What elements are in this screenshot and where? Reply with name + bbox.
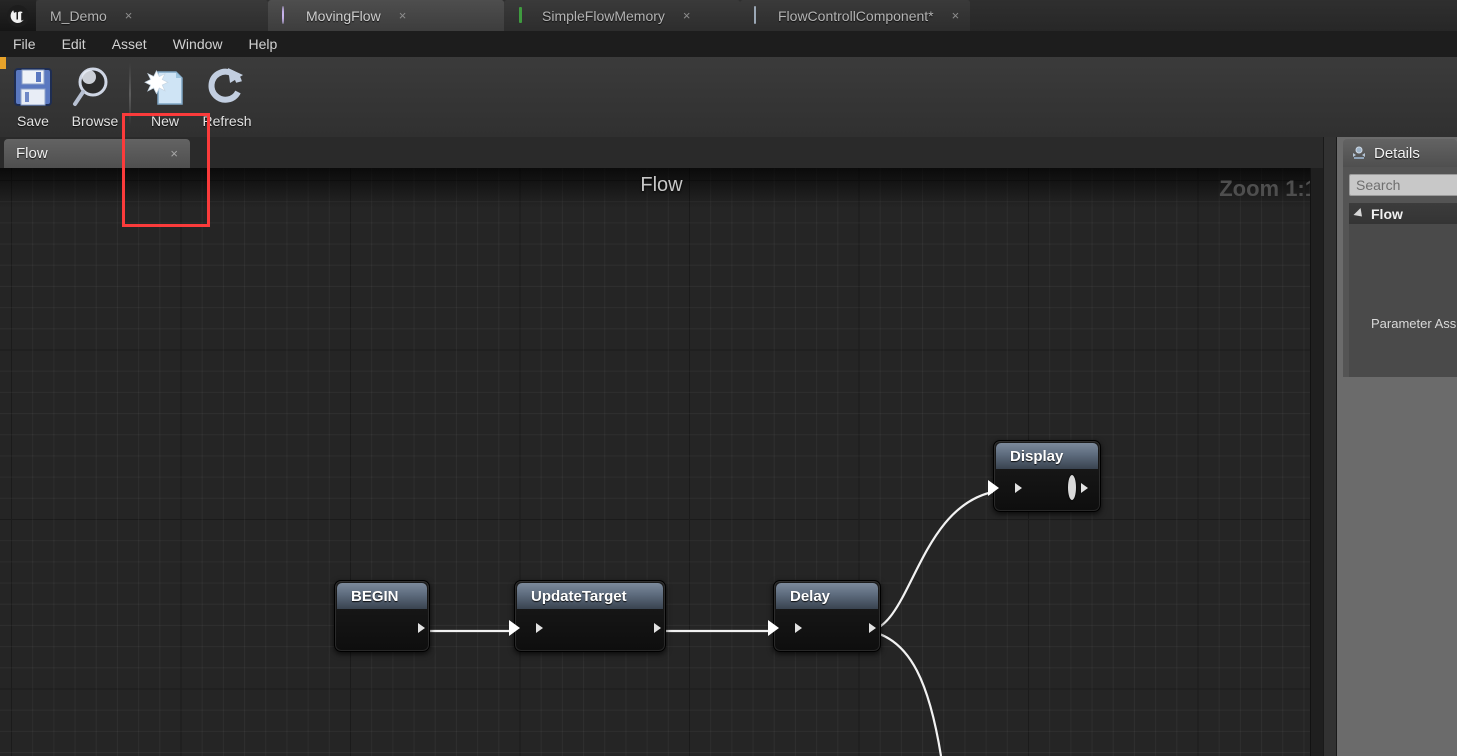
asset-tab-close-icon[interactable]: ×: [679, 9, 695, 22]
details-panel-body: Search Flow Parameter Ass: [1343, 167, 1457, 756]
asset-tab-label: M_Demo: [50, 7, 107, 24]
asset-tab-m-demo[interactable]: M_Demo ×: [36, 0, 268, 31]
page-icon: [518, 7, 535, 24]
menu-edit[interactable]: Edit: [49, 34, 99, 54]
book-icon: [754, 6, 756, 24]
menu-help[interactable]: Help: [236, 34, 291, 54]
pin-dot-icon: [1068, 475, 1076, 500]
main-menu-bar: File Edit Asset Window Help: [0, 31, 1457, 57]
exec-arrow-icon: [768, 620, 779, 636]
browse-button-label: Browse: [71, 113, 119, 129]
unreal-engine-logo-icon: [0, 0, 36, 31]
asset-tab-label: FlowControllComponent*: [778, 7, 934, 24]
wire-delay-to-display: [867, 489, 999, 633]
details-search-placeholder: Search: [1356, 177, 1401, 193]
node-body: [768, 609, 880, 647]
asset-tab-label: MovingFlow: [306, 7, 381, 24]
book-icon: [754, 6, 771, 24]
node-title: UpdateTarget: [517, 583, 663, 609]
blueprint-graph-canvas[interactable]: BEGIN UpdateTarget Delay Display Flow Zoom …: [0, 168, 1323, 756]
node-title: Display: [996, 443, 1098, 469]
menu-file[interactable]: File: [0, 34, 49, 54]
toolbar-accent-stripe: [0, 57, 6, 69]
dock-tab-flow[interactable]: Flow ×: [4, 139, 190, 168]
graph-vertical-scrollbar[interactable]: [1310, 168, 1323, 756]
node-title: Delay: [776, 583, 878, 609]
details-panel-tab[interactable]: Details: [1343, 139, 1457, 167]
exec-arrow-icon: [988, 480, 999, 496]
graph-node-updatetarget[interactable]: UpdateTarget: [509, 580, 666, 652]
graph-dock-tab-row: Flow ×: [0, 137, 1336, 168]
new-button[interactable]: New: [134, 57, 196, 135]
asset-tab-simpleflowmemory[interactable]: SimpleFlowMemory ×: [504, 0, 740, 31]
graph-node-delay[interactable]: Delay: [768, 580, 881, 652]
details-wrench-icon: [1351, 145, 1367, 161]
toolbar-separator: [129, 63, 131, 125]
asset-tab-close-icon[interactable]: ×: [395, 9, 411, 22]
save-button[interactable]: Save: [2, 57, 64, 135]
node-title: BEGIN: [337, 583, 427, 609]
chevron-down-icon: [1353, 207, 1366, 220]
node-body: [335, 609, 429, 647]
browse-button[interactable]: Browse: [64, 57, 126, 135]
property-parameter-asset-label: Parameter Ass: [1371, 316, 1457, 331]
node-output-pin[interactable]: [1068, 475, 1088, 500]
pin-arrow-icon: [795, 623, 802, 633]
dock-tab-flow-label: Flow: [16, 145, 48, 162]
menu-window[interactable]: Window: [160, 34, 236, 54]
pin-arrow-icon: [654, 623, 661, 633]
details-category-flow-label: Flow: [1371, 205, 1403, 222]
dock-tab-close-icon[interactable]: ×: [170, 146, 178, 161]
asset-tab-label: SimpleFlowMemory: [542, 7, 665, 24]
graph-node-display[interactable]: Display: [988, 440, 1101, 512]
refresh-button-label: Refresh: [202, 113, 252, 129]
details-category-flow[interactable]: Flow: [1349, 202, 1457, 224]
unreal-blueprint-editor-window: M_Demo × MovingFlow × SimpleFlowMemory × FlowC…: [0, 0, 1457, 756]
graph-node-begin[interactable]: BEGIN: [334, 580, 430, 652]
asset-tab-close-icon[interactable]: ×: [948, 9, 964, 22]
new-button-label: New: [150, 113, 179, 129]
refresh-arrow-icon: [204, 63, 250, 111]
node-body: [509, 609, 665, 647]
ring-icon: [282, 6, 299, 24]
exec-arrow-icon: [509, 620, 520, 636]
ring-icon: [282, 6, 284, 24]
save-button-label: Save: [17, 113, 49, 129]
asset-tab-close-icon[interactable]: ×: [121, 9, 137, 22]
new-document-icon: [142, 63, 188, 111]
asset-tab-bar: M_Demo × MovingFlow × SimpleFlowMemory × FlowC…: [0, 0, 1457, 31]
page-icon: [519, 7, 522, 23]
asset-editor-toolbar: Save Browse New Refresh: [0, 57, 1457, 227]
pin-arrow-icon: [1015, 483, 1022, 493]
pin-arrow-icon: [418, 623, 425, 633]
panel-splitter[interactable]: [1323, 137, 1337, 756]
magnifier-icon: [72, 63, 118, 111]
asset-tab-flowcontrollcomponent[interactable]: FlowControllComponent* ×: [740, 0, 970, 31]
pin-arrow-icon: [1081, 483, 1088, 493]
details-panel: Details Search Flow Parameter Ass: [1337, 137, 1457, 756]
details-panel-footer: [1343, 377, 1457, 756]
pin-arrow-icon: [869, 623, 876, 633]
floppy-disk-icon: [11, 63, 55, 111]
menu-asset[interactable]: Asset: [99, 34, 160, 54]
refresh-button[interactable]: Refresh: [196, 57, 258, 135]
pin-arrow-icon: [536, 623, 543, 633]
details-search-input[interactable]: Search: [1349, 174, 1457, 196]
asset-tab-movingflow[interactable]: MovingFlow ×: [268, 0, 504, 31]
connection-wires-layer: [420, 489, 999, 756]
details-panel-tab-label: Details: [1374, 144, 1420, 162]
node-body: [988, 469, 1100, 507]
